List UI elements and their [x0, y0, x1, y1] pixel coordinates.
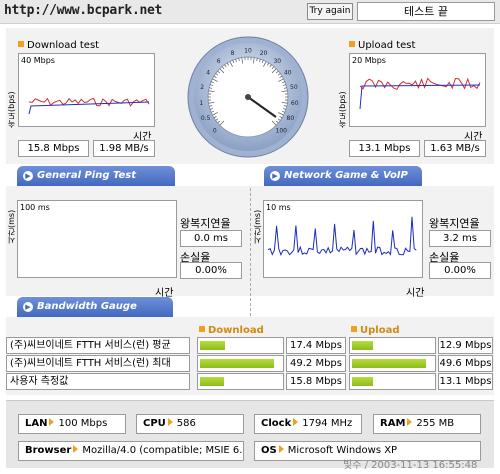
download-bar: [197, 355, 284, 372]
ram-info: RAM 255 MB: [373, 414, 481, 434]
upload-bar-value: 49.6 Mbps: [438, 355, 493, 372]
bullet-icon: [349, 41, 355, 47]
upload-bar-fill: [352, 341, 374, 350]
arrow-right-icon: ▶: [23, 171, 33, 181]
upload-bar-value: 12.9 Mbps: [438, 337, 493, 354]
download-bar: [197, 337, 284, 354]
gauge-tick-label: 20: [260, 50, 268, 57]
gauge-tick-label: 4: [206, 69, 210, 76]
arrow-right-icon: [407, 418, 413, 426]
arrow-right-icon: [167, 418, 173, 426]
bandwidth-row-label: (주)씨브이네트 FTTH 서비스(런) 평균: [6, 337, 190, 354]
upload-mbs-value: 1.63 MB/s: [424, 140, 486, 157]
download-bar-fill: [200, 359, 274, 368]
download-bar: [197, 373, 284, 390]
upload-y-axis-label: 속도(bps): [338, 91, 347, 128]
arrow-right-icon: [73, 445, 79, 453]
upload-mbps-value: 13.1 Mbps: [349, 140, 420, 157]
download-mbps-value: 15.8 Mbps: [18, 140, 89, 157]
bandwidth-row-label: (주)씨브이네트 FTTH 서비스(런) 최대: [6, 355, 190, 372]
game-series-line: [267, 216, 417, 256]
lan-info: LAN 100 Mbps: [18, 414, 126, 434]
upload-bar: [349, 373, 436, 390]
gauge-tick-label: 80: [287, 115, 295, 122]
tab-network-game-voip-test[interactable]: ▶Network Game & VoIP Test: [264, 166, 422, 201]
section-divider: [250, 188, 251, 316]
ping-y-axis-label: 시간(ms): [7, 209, 16, 244]
download-mbs-value: 1.98 MB/s: [93, 140, 155, 157]
arrow-right-icon: [278, 445, 284, 453]
arrow-right-icon: ▶: [23, 302, 33, 312]
clock-info: Clock 1794 MHz: [254, 414, 362, 434]
gauge-tick-label: 50: [290, 84, 298, 91]
arrow-right-icon: ▶: [270, 171, 280, 181]
upload-bar-fill: [352, 377, 373, 386]
bullet-icon: [351, 326, 357, 332]
upload-bar-fill: [352, 359, 426, 368]
download-y-axis-label: 속도(bps): [7, 91, 16, 128]
tab-bandwidth-gauge[interactable]: ▶ Bandwidth Gauge: [17, 297, 173, 317]
arrow-right-icon: [293, 418, 299, 426]
upload-bar: [349, 337, 436, 354]
upload-bar-value: 13.1 Mbps: [438, 373, 493, 390]
bandwidth-download-header: Download: [199, 325, 264, 336]
game-graph: 10 ms: [263, 200, 423, 278]
tab-general-ping-test[interactable]: ▶ General Ping Test: [17, 166, 175, 186]
bandwidth-upload-header: Upload: [351, 325, 399, 336]
test-status-box: 테스트 끝: [357, 2, 495, 21]
timestamp-watermark: 빛주 / 2003-11-13 16:55:48: [343, 460, 478, 471]
ping-latency-label: 왕복지연율: [180, 217, 231, 230]
download-bar-value: 15.8 Mbps: [286, 373, 346, 390]
arrow-right-icon: [49, 418, 55, 426]
bandwidth-row-label: 사용자 측정값: [6, 373, 190, 390]
upload-graph: 20 Mbps: [349, 53, 486, 127]
cpu-info: CPU 586: [136, 414, 244, 434]
game-latency-value: 3.2 ms: [429, 230, 491, 247]
speed-gauge: 0 0.5 1 2 4 6 8 10 20 30 40 50 60 80 100: [186, 35, 310, 159]
gauge-tick-label: 2: [200, 84, 204, 91]
download-bar-value: 49.2 Mbps: [286, 355, 346, 372]
gauge-tick-label: 10: [244, 48, 252, 55]
upload-bar: [349, 355, 436, 372]
gauge-tick-label: 30: [273, 58, 281, 65]
bullet-icon: [199, 326, 205, 332]
download-avg-line: [28, 101, 150, 115]
gauge-tick-label: 6: [217, 58, 221, 65]
site-url[interactable]: http://www.bcpark.net: [4, 3, 162, 18]
gauge-tick-label: 60: [291, 100, 299, 107]
download-graph: 40 Mbps: [18, 53, 155, 127]
gauge-tick-label: 8: [231, 50, 235, 57]
download-bar-fill: [200, 341, 226, 350]
game-x-axis-label: 시간: [406, 288, 425, 299]
upload-avg-line: [359, 84, 481, 110]
try-again-button[interactable]: Try again: [307, 3, 353, 20]
ping-axis-max: 100 ms: [20, 203, 50, 212]
gauge-tick-label: 40: [284, 69, 292, 76]
download-bar-fill: [200, 377, 224, 386]
upload-title: Upload test: [349, 40, 415, 51]
bullet-icon: [18, 41, 24, 47]
gauge-tick-label: 1: [199, 100, 203, 107]
game-loss-value: 0.00%: [429, 262, 491, 279]
browser-info: Browser Mozilla/4.0 (compatible; MSIE 6.0: [18, 441, 244, 461]
download-title: Download test: [18, 40, 99, 51]
ping-graph: 100 ms: [17, 200, 177, 278]
upload-series-line: [359, 77, 481, 91]
gauge-tick-label: 0.5: [201, 115, 211, 122]
game-y-axis-label: 시간(ms): [253, 209, 262, 244]
ping-latency-value: 0.0 ms: [180, 230, 242, 247]
gauge-tick-label: 0: [213, 128, 217, 135]
ping-loss-value: 0.00%: [180, 262, 242, 279]
gauge-tick-label: 100: [276, 128, 288, 135]
download-bar-value: 17.4 Mbps: [286, 337, 346, 354]
game-latency-label: 왕복지연율: [429, 217, 480, 230]
